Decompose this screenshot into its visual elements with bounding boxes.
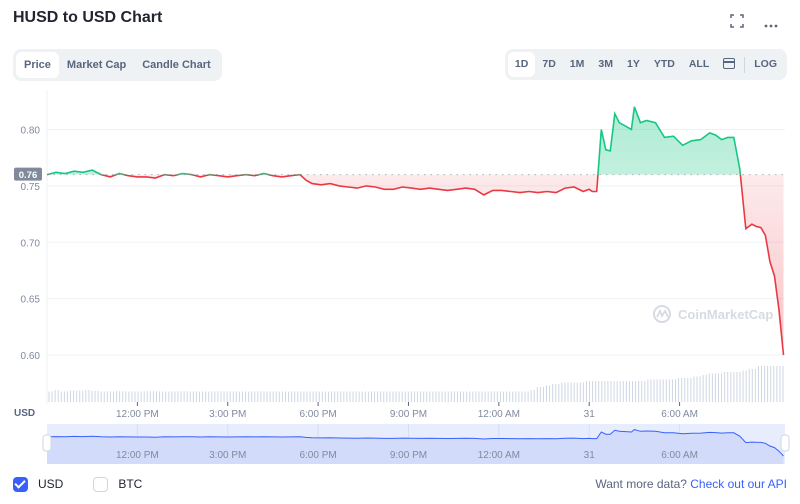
baseline-label: 0.76 [19, 170, 38, 181]
navigator[interactable]: 12:00 PM 3:00 PM 6:00 PM 9:00 PM 12:00 AM 31 6… [42, 424, 790, 464]
baseline-tag: 0.76 [14, 167, 42, 181]
navigator-left-handle[interactable] [42, 434, 52, 452]
navigator-x-tick-label: 6:00 AM [661, 450, 698, 461]
y-tick-label: 0.75 [21, 182, 41, 193]
navigator-x-tick-label: 31 [584, 450, 596, 461]
footer: USD BTC Want more data? Check out our AP… [13, 474, 787, 494]
btc-checkbox[interactable] [93, 476, 109, 492]
watermark-text: CoinMarketCap [678, 307, 773, 322]
x-tick-label: 9:00 PM [390, 409, 427, 420]
usd-label: USD [38, 477, 64, 491]
x-tick-label: 6:00 AM [661, 409, 698, 420]
navigator-x-tick-label: 12:00 PM [116, 450, 159, 461]
x-tick-label: 6:00 PM [299, 409, 336, 420]
usd-checkbox[interactable] [13, 476, 28, 492]
watermark: CoinMarketCap [653, 305, 773, 323]
x-axis-ticks: 12:00 PM 3:00 PM 6:00 PM 9:00 PM 12:00 AM 31 6… [116, 402, 698, 420]
price-chart[interactable]: 0.600.650.700.750.80 CoinMarketCap 0.76 … [0, 0, 800, 470]
navigator-x-tick-label: 3:00 PM [209, 450, 246, 461]
navigator-x-tick-label: 9:00 PM [390, 450, 427, 461]
y-tick-label: 0.65 [21, 295, 41, 306]
api-link[interactable]: Check out our API [690, 477, 787, 491]
x-tick-label: 12:00 PM [116, 409, 159, 420]
y-tick-label: 0.60 [21, 351, 41, 362]
btc-label: BTC [118, 477, 143, 491]
navigator-x-tick-label: 12:00 AM [478, 450, 520, 461]
volume-bars [48, 366, 784, 402]
y-tick-label: 0.70 [21, 238, 41, 249]
y-tick-label: 0.80 [21, 125, 41, 136]
y-axis-ticks: 0.60 0.65 0.70 0.75 0.80 [21, 125, 41, 362]
area-above-baseline [47, 106, 784, 175]
x-tick-label: 3:00 PM [209, 409, 246, 420]
api-promo-text: Want more data? [595, 477, 687, 491]
x-tick-label: 31 [584, 409, 596, 420]
navigator-right-handle[interactable] [780, 434, 790, 452]
x-tick-label: 12:00 AM [478, 409, 520, 420]
navigator-x-tick-label: 6:00 PM [299, 450, 336, 461]
currency-axis-label: USD [14, 408, 35, 419]
api-promo: Want more data? Check out our API [595, 477, 787, 491]
